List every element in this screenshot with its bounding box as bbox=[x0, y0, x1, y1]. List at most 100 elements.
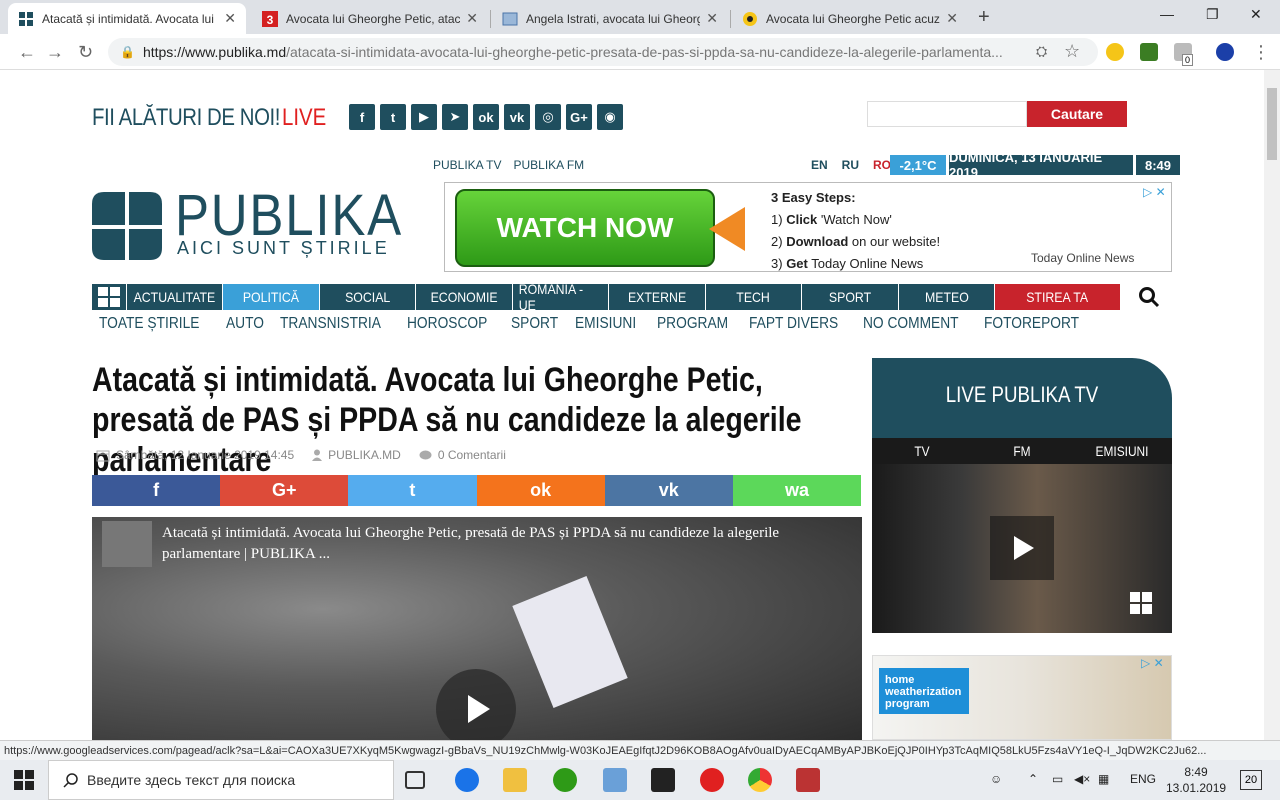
volume-muted-icon[interactable]: ◀× bbox=[1074, 772, 1090, 786]
home-nav-icon[interactable] bbox=[92, 284, 126, 310]
google-plus-icon[interactable]: G+ bbox=[566, 104, 592, 130]
nav-item-economie[interactable]: ECONOMIE bbox=[415, 284, 512, 310]
tab-4[interactable]: Avocata lui Gheorghe Petic acuz ✕ bbox=[732, 3, 968, 34]
tray-expand-icon[interactable]: ⌃ bbox=[1028, 772, 1038, 786]
subnav-item[interactable]: PROGRAM bbox=[657, 315, 728, 333]
share-google-plus-icon[interactable]: G+ bbox=[220, 475, 349, 506]
windows-start-icon[interactable] bbox=[14, 770, 34, 790]
side-banner-ad[interactable]: home weatherization program ▷ ✕ bbox=[872, 655, 1172, 740]
rss-icon[interactable]: ◉ bbox=[597, 104, 623, 130]
ad-choices-icon[interactable]: ▷ ✕ bbox=[1141, 656, 1164, 670]
lang-ro[interactable]: RO bbox=[873, 158, 891, 172]
twitter-icon[interactable]: t bbox=[380, 104, 406, 130]
publika-tv-link[interactable]: PUBLIKA TV bbox=[433, 158, 501, 172]
subnav-item[interactable]: SPORT bbox=[511, 315, 558, 333]
subnav-item[interactable]: FAPT DIVERS bbox=[749, 315, 838, 333]
search-button[interactable]: Cautare bbox=[1027, 101, 1127, 127]
menu-dots-icon[interactable]: ⋮ bbox=[1252, 42, 1270, 63]
nav-item-stirea-ta[interactable]: STIREA TA bbox=[994, 284, 1120, 310]
taskbar-search-input[interactable]: Введите здесь текст для поиска bbox=[48, 760, 394, 800]
tab-close-icon[interactable]: ✕ bbox=[946, 10, 958, 27]
extension-2-icon[interactable] bbox=[1140, 43, 1158, 61]
chrome-browser-icon[interactable] bbox=[748, 768, 772, 792]
video-play-button[interactable] bbox=[436, 669, 516, 740]
live-play-button[interactable] bbox=[990, 516, 1054, 580]
subnav-item[interactable]: NO COMMENT bbox=[863, 315, 959, 333]
vk-icon[interactable]: vk bbox=[504, 104, 530, 130]
page-scrollbar[interactable] bbox=[1264, 70, 1280, 740]
search-icon[interactable] bbox=[1138, 286, 1160, 308]
maximize-icon[interactable]: ❐ bbox=[1206, 6, 1219, 23]
taskbar-clock[interactable]: 8:49 13.01.2019 bbox=[1166, 764, 1226, 796]
ad-choices-icon[interactable]: ▷ ✕ bbox=[1143, 185, 1166, 199]
back-icon[interactable]: ← bbox=[18, 42, 36, 63]
reload-icon[interactable]: ↻ bbox=[78, 42, 93, 63]
share-vk-icon[interactable]: vk bbox=[604, 475, 733, 506]
article-comments[interactable]: 0 Comentarii bbox=[419, 448, 506, 462]
publika-fm-link[interactable]: PUBLIKA FM bbox=[513, 158, 584, 172]
nav-item-meteo[interactable]: METEO bbox=[898, 284, 994, 310]
input-language[interactable]: ENG bbox=[1130, 772, 1156, 786]
subnav-item[interactable]: TOATE ȘTIRILE bbox=[99, 315, 199, 333]
mail-icon[interactable] bbox=[651, 768, 675, 792]
nav-item-politică[interactable]: POLITICĂ bbox=[222, 284, 319, 310]
article-author-text[interactable]: PUBLIKA.MD bbox=[328, 448, 401, 462]
people-icon[interactable]: ☺ bbox=[990, 772, 1002, 786]
live-link[interactable]: LIVE bbox=[282, 104, 326, 132]
facebook-icon[interactable]: f bbox=[349, 104, 375, 130]
join-us-label[interactable]: FII ALĂTURI DE NOI! bbox=[92, 104, 280, 132]
subnav-item[interactable]: TRANSNISTRIA bbox=[280, 315, 381, 333]
subnav-item[interactable]: HOROSCOP bbox=[407, 315, 487, 333]
odnoklassniki-icon[interactable]: ok bbox=[473, 104, 499, 130]
tab-close-icon[interactable]: ✕ bbox=[706, 10, 718, 27]
video-channel-thumbnail[interactable] bbox=[102, 521, 152, 567]
profile-avatar[interactable] bbox=[1216, 43, 1234, 61]
youtube-icon[interactable]: ▶ bbox=[411, 104, 437, 130]
utorrent-icon[interactable] bbox=[553, 768, 577, 792]
lang-ru[interactable]: RU bbox=[842, 158, 859, 172]
live-video-player[interactable] bbox=[872, 464, 1172, 633]
nav-item-sport[interactable]: SPORT bbox=[801, 284, 898, 310]
lang-en[interactable]: EN bbox=[811, 158, 828, 172]
video-title[interactable]: Atacată și intimidată. Avocata lui Gheor… bbox=[162, 523, 842, 565]
live-tab-tv[interactable]: TV bbox=[880, 438, 965, 464]
share-odnoklassniki-icon[interactable]: ok bbox=[476, 475, 605, 506]
watch-now-button[interactable]: WATCH NOW bbox=[455, 189, 715, 267]
new-tab-icon[interactable]: + bbox=[978, 6, 990, 29]
side-ad-text[interactable]: home weatherization program bbox=[879, 668, 969, 714]
store-icon[interactable] bbox=[603, 768, 627, 792]
opera-browser-icon[interactable] bbox=[700, 768, 724, 792]
tab-publika-active[interactable]: Atacată și intimidată. Avocata lui ✕ bbox=[8, 3, 246, 34]
forward-icon[interactable]: → bbox=[46, 42, 64, 63]
nav-item-externe[interactable]: EXTERNE bbox=[608, 284, 705, 310]
address-bar[interactable]: 🔒 https://www.publika.md/atacata-si-inti… bbox=[108, 38, 1098, 66]
site-search-input[interactable] bbox=[867, 101, 1027, 127]
live-tab-fm[interactable]: FM bbox=[980, 438, 1065, 464]
telegram-icon[interactable]: ➤ bbox=[442, 104, 468, 130]
notifications-badge[interactable]: 20 bbox=[1240, 770, 1262, 790]
scrollbar-thumb[interactable] bbox=[1267, 88, 1277, 160]
tab-close-icon[interactable]: ✕ bbox=[224, 10, 236, 27]
media-app-icon[interactable] bbox=[796, 768, 820, 792]
live-tab-emisiuni[interactable]: EMISIUNI bbox=[1080, 438, 1165, 464]
tab-close-icon[interactable]: ✕ bbox=[466, 10, 478, 27]
nav-item-social[interactable]: SOCIAL bbox=[319, 284, 415, 310]
bookmark-star-icon[interactable]: ☆ bbox=[1064, 41, 1080, 62]
tab-3[interactable]: Angela Istrati, avocata lui Gheorg ✕ bbox=[492, 3, 728, 34]
instagram-icon[interactable]: ◎ bbox=[535, 104, 561, 130]
subnav-item[interactable]: AUTO bbox=[226, 315, 264, 333]
file-explorer-icon[interactable] bbox=[503, 768, 527, 792]
close-window-icon[interactable]: ✕ bbox=[1250, 6, 1262, 23]
tab-2[interactable]: 3 Avocata lui Gheorghe Petic, atac ✕ bbox=[252, 3, 488, 34]
keyboard-icon[interactable]: ▦ bbox=[1098, 772, 1109, 786]
translate-icon[interactable]: ⛭ bbox=[1036, 43, 1047, 60]
subnav-item[interactable]: FOTOREPORT bbox=[984, 315, 1079, 333]
task-view-icon[interactable] bbox=[405, 771, 425, 789]
edge-browser-icon[interactable] bbox=[455, 768, 479, 792]
share-twitter-icon[interactable]: t bbox=[348, 475, 477, 506]
nav-item-românia-ue[interactable]: ROMÂNIA - UE bbox=[512, 281, 608, 313]
share-facebook-icon[interactable]: f bbox=[92, 475, 221, 506]
publika-logo-icon[interactable] bbox=[92, 192, 162, 260]
minimize-icon[interactable]: — bbox=[1160, 6, 1174, 22]
nav-item-actualitate[interactable]: ACTUALITATE bbox=[126, 284, 222, 310]
